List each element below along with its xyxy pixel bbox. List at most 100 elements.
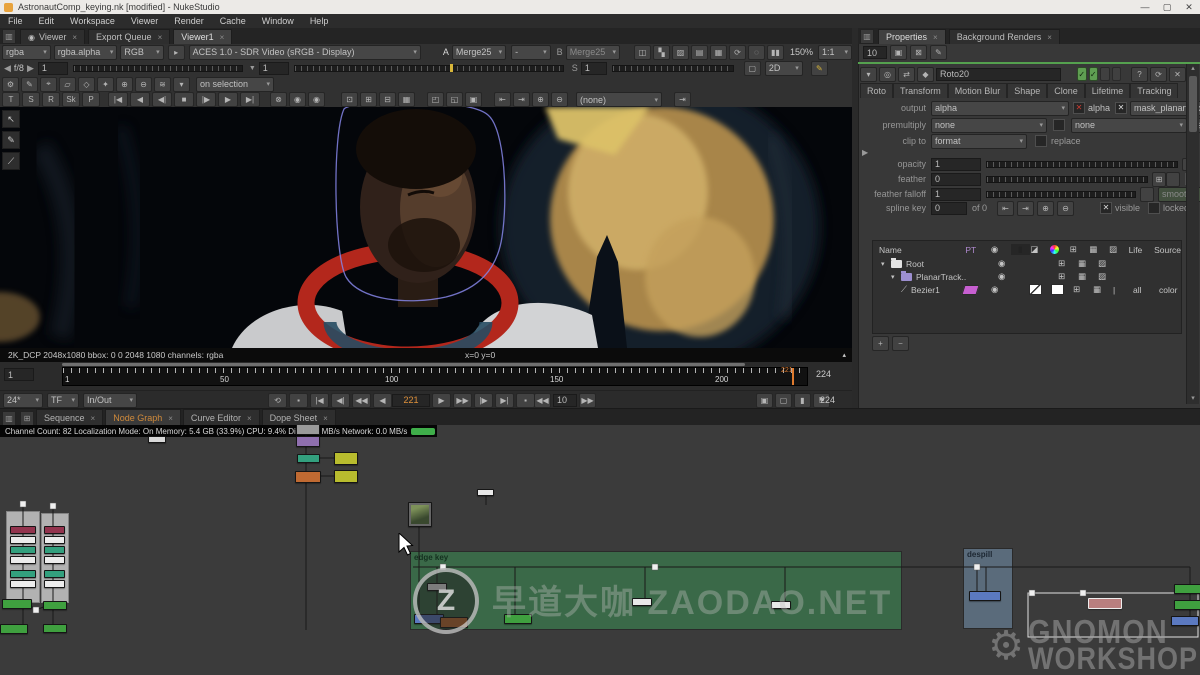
node-tab[interactable]: Transform — [893, 83, 948, 98]
panel-stack-limit[interactable] — [863, 46, 887, 59]
green-node[interactable] — [1174, 600, 1200, 610]
node-tab[interactable]: Roto — [860, 83, 893, 98]
colorspace-select[interactable]: ACES 1.0 - SDR Video (sRGB - Display)▾ — [189, 45, 421, 60]
prev-frame-button[interactable]: ◀| — [152, 92, 172, 107]
node-tab[interactable]: Motion Blur — [948, 83, 1008, 98]
white-node[interactable] — [10, 580, 36, 588]
input-a-select[interactable]: Merge25▾ — [452, 45, 506, 60]
close-icon[interactable]: × — [1047, 33, 1052, 42]
flipbook-button[interactable]: ▣ — [756, 393, 773, 408]
reveal-icon[interactable]: ▣ — [465, 92, 482, 107]
next-key-button[interactable]: ⇥ — [513, 92, 530, 107]
pane-icon[interactable]: ▥ — [2, 411, 16, 426]
bezier-tool-icon[interactable]: ✎ — [2, 131, 20, 149]
teal-node[interactable] — [44, 570, 65, 578]
tracker-node[interactable] — [334, 452, 358, 465]
tab-background-renders[interactable]: Background Renders × — [949, 29, 1060, 45]
input-b-select[interactable]: Merge25▾ — [566, 45, 620, 60]
menu-item[interactable]: Render — [166, 16, 212, 26]
close-icon[interactable]: × — [158, 33, 163, 42]
mode-letter-button[interactable]: P — [82, 92, 100, 107]
opacity-input[interactable] — [931, 158, 981, 171]
blue-node[interactable] — [969, 591, 1001, 601]
to-end-button[interactable]: ▶| — [495, 393, 514, 408]
roi-icon[interactable]: ◌ — [748, 45, 765, 60]
shape-row-bezier1[interactable]: ⟋ Bezier1 ◉ ⊞ ▦ | all color — [873, 283, 1181, 296]
remove-key-icon[interactable]: ⊖ — [135, 77, 152, 92]
next-frame-button[interactable]: |▶ — [196, 92, 216, 107]
wipe-icon[interactable]: ◫ — [634, 45, 651, 60]
settings-icon[interactable]: ⚙ — [2, 77, 19, 92]
refresh-icon[interactable]: ⟳ — [729, 45, 746, 60]
set-key-button[interactable]: ⊕ — [532, 92, 549, 107]
next-frame-button[interactable]: |▶ — [474, 393, 493, 408]
add-point-icon[interactable]: ⌖ — [40, 77, 57, 92]
remove-key-button[interactable]: ⊖ — [1057, 201, 1074, 216]
tab-viewer1[interactable]: Viewer1 × — [173, 29, 232, 45]
close-icon[interactable]: × — [247, 414, 252, 423]
timecode-select[interactable]: TF▾ — [47, 393, 79, 408]
loop-button[interactable]: ⟲ — [268, 393, 287, 408]
ripple-icon[interactable]: ≋ — [154, 77, 171, 92]
channel-toggle-a[interactable]: ✓ — [1077, 67, 1087, 81]
mask-checkbox[interactable]: ✕ — [1115, 102, 1127, 114]
close-button[interactable]: ✕ — [1178, 1, 1200, 14]
timeline-row-label[interactable] — [4, 368, 34, 381]
pencil-icon[interactable]: ✎ — [811, 61, 828, 76]
mute-icon[interactable]: ⊗ — [270, 92, 287, 107]
select-tool-icon[interactable]: ↖ — [2, 110, 20, 128]
tab-viewer[interactable]: ◉ Viewer × — [20, 29, 85, 45]
pane-icon[interactable]: ▥ — [2, 29, 16, 44]
properties-scrollbar[interactable]: ▴ ▾ — [1186, 64, 1199, 404]
fps-select[interactable]: 24*▾ — [3, 393, 43, 408]
play-back-button[interactable]: ◀ — [130, 92, 150, 107]
white-node[interactable] — [10, 556, 36, 564]
menu-item[interactable]: Viewer — [123, 16, 166, 26]
lock-panels-icon[interactable]: ▣ — [890, 45, 907, 60]
unpremult-checkbox[interactable] — [1053, 119, 1065, 131]
display-channel-select[interactable]: RGB▾ — [120, 45, 163, 60]
feather-slider[interactable] — [986, 176, 1148, 183]
to-end-button[interactable]: ▶| — [240, 92, 260, 107]
tab-sequence[interactable]: Sequence × — [36, 409, 103, 426]
menu-item[interactable]: Cache — [212, 16, 254, 26]
s-input[interactable] — [581, 62, 607, 75]
menu-item[interactable]: Workspace — [62, 16, 123, 26]
shape-row-planartrack[interactable]: ▾ PlanarTrack.. ◉ ⊞ ▦ ▨ — [873, 270, 1181, 283]
next-icon[interactable]: ▶ — [27, 63, 34, 74]
node-tab[interactable]: Clone — [1047, 83, 1085, 98]
timeline-range-bar[interactable] — [62, 363, 745, 366]
more-icon[interactable]: ▾ — [173, 77, 190, 92]
prev-frame-button[interactable]: ◀| — [331, 393, 350, 408]
frame-selected-icon[interactable]: ⊞ — [360, 92, 377, 107]
green-node[interactable] — [1174, 584, 1200, 594]
show-paths-icon[interactable]: ◉ — [308, 92, 325, 107]
tab-dope-sheet[interactable]: Dope Sheet × — [262, 409, 336, 426]
close-icon[interactable]: × — [91, 414, 96, 423]
node-graph[interactable]: edge key despill — [0, 425, 1200, 675]
teal-node[interactable] — [297, 454, 320, 463]
next-key-button[interactable]: ⇥ — [1017, 201, 1034, 216]
help-button[interactable]: ? — [1131, 67, 1148, 82]
frame-ruler[interactable]: 1 50 100 150 200 221 — [62, 367, 808, 386]
marquee-icon[interactable]: ▢ — [744, 61, 761, 76]
skip-forward-button[interactable]: ▶▶ — [579, 393, 596, 408]
skip-back-button[interactable]: ◀◀ — [534, 393, 551, 408]
node-tab[interactable]: Tracking — [1130, 83, 1178, 98]
teal-node[interactable] — [44, 546, 65, 554]
link-icon[interactable]: ▸ — [168, 45, 185, 60]
mode-letter-button[interactable]: S — [22, 92, 40, 107]
vertical-splitter[interactable] — [852, 28, 858, 408]
view-mode-select[interactable]: 2D▾ — [765, 61, 803, 76]
menu-item[interactable]: File — [0, 16, 31, 26]
stop-render-button[interactable]: ▢ — [775, 393, 792, 408]
play-back-button[interactable]: ◀ — [373, 393, 392, 408]
edit-icon[interactable]: ✎ — [930, 45, 947, 60]
falloff-input[interactable] — [931, 188, 981, 201]
gain-slider[interactable] — [73, 65, 243, 72]
clone-icon[interactable]: ◱ — [446, 92, 463, 107]
add-pane-icon[interactable]: ⊞ — [20, 411, 34, 426]
close-icon[interactable]: × — [168, 414, 173, 423]
delete-key-button[interactable]: ⊖ — [551, 92, 568, 107]
mode-letter-button[interactable]: R — [42, 92, 60, 107]
